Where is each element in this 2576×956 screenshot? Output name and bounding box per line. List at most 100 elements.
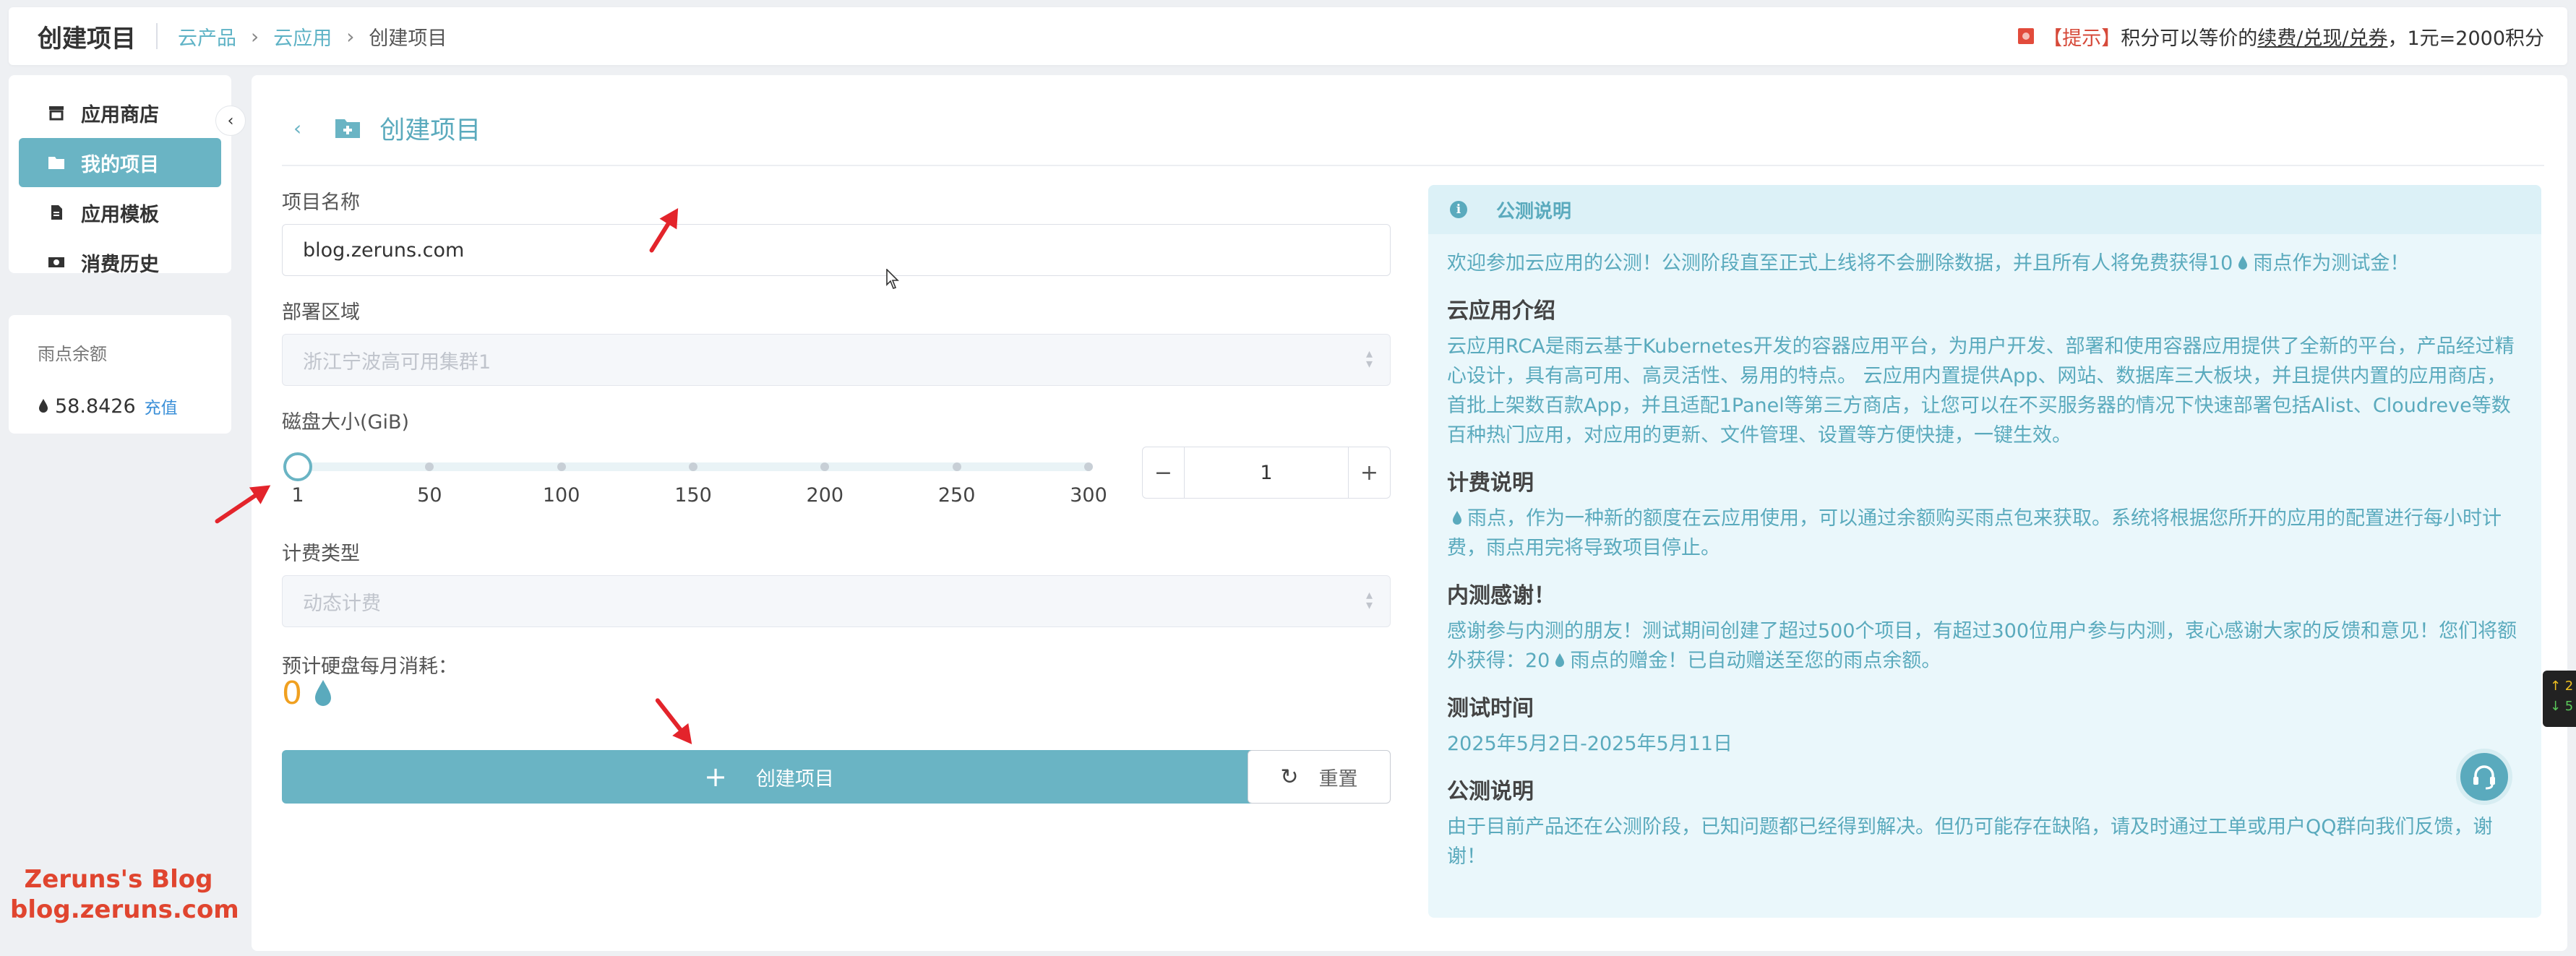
- plus-icon: +: [704, 761, 727, 793]
- beta-info-panel: i 公测说明 欢迎参加云应用的公测！公测阶段直至正式上线将不会删除数据，并且所有…: [1428, 185, 2541, 918]
- slider-tick-label: 200: [806, 484, 844, 507]
- sidebar-item-app-store[interactable]: 应用商店: [19, 88, 221, 137]
- sidebar-item-label: 我的项目: [81, 153, 159, 176]
- raindrop-icon: [315, 679, 331, 706]
- breadcrumb-current: 创建项目: [369, 27, 447, 50]
- section-text-beta: 由于目前产品还在公测阶段，已知问题都已经得到解决。但仍可能存在缺陷，请及时通过工…: [1447, 816, 2493, 868]
- sidebar-menu: 应用商店 我的项目 应用模板 消费历史: [9, 75, 231, 276]
- refresh-icon: ↻: [1280, 764, 1299, 790]
- section-heading-test-time: 测试时间: [1447, 696, 1534, 721]
- notice-rate: ，1元=2000积分: [2387, 27, 2544, 50]
- breadcrumb-cloud-products[interactable]: 云产品: [178, 22, 236, 51]
- top-header: 创建项目 云产品 › 云应用 › 创建项目 【提示】 积分可以等价的 续费/兑现…: [9, 7, 2567, 65]
- breadcrumb-cloud-app[interactable]: 云应用: [273, 22, 332, 51]
- info-body: 欢迎参加云应用的公测！公测阶段直至正式上线将不会删除数据，并且所有人将免费获得1…: [1428, 234, 2541, 871]
- slider-stop: [557, 462, 566, 471]
- raindrop-icon: [1453, 511, 1461, 525]
- template-icon: [51, 205, 62, 220]
- create-project-label: 创建项目: [755, 767, 834, 791]
- sidebar-item-app-templates[interactable]: 应用模板: [19, 188, 221, 237]
- raindrop-icon: [39, 399, 48, 413]
- sidebar-item-label: 应用商店: [81, 103, 159, 126]
- watermark-line-2: blog.zeruns.com: [10, 895, 239, 924]
- title-divider: [282, 165, 2544, 166]
- section-text-intro: 云应用RCA是雨云基于Kubernetes开发的容器应用平台，为用户开发、部署和…: [1447, 335, 2515, 447]
- slider-stop: [1084, 462, 1093, 471]
- app-title: 创建项目: [38, 24, 136, 53]
- money-icon: [48, 257, 64, 267]
- billing-type-label: 计费类型: [282, 543, 360, 565]
- region-select-value: 浙江宁波高可用集群1: [303, 350, 491, 374]
- info-title: 公测说明: [1496, 200, 1572, 223]
- disk-size-label: 磁盘大小(GiB): [282, 411, 410, 434]
- breadcrumb: 云产品 › 云应用 › 创建项目: [178, 22, 447, 51]
- balance-value: 58.8426: [55, 395, 136, 418]
- info-header: i 公测说明: [1428, 185, 2541, 234]
- section-heading-thanks: 内测感谢！: [1447, 583, 1555, 608]
- section-heading-intro: 云应用介绍: [1447, 298, 1555, 324]
- billing-type-value: 动态计费: [303, 592, 381, 615]
- annotation-arrow-icon: [214, 487, 266, 525]
- notice-link[interactable]: 续费/兑现/兑券: [2257, 22, 2387, 51]
- slider-tick-label: 300: [1070, 484, 1107, 507]
- section-text-thanks: 感谢参与内测的朋友！测试期间创建了超过500个项目，有超过300位用户参与内测，…: [1447, 616, 2523, 676]
- folder-plus-icon: [335, 119, 361, 138]
- slider-tick-label: 250: [937, 484, 976, 507]
- main-panel: ‹ 创建项目 项目名称 部署区域 浙江宁波高可用集群1 ▴▾ 磁盘大小(GiB)…: [214, 75, 2567, 951]
- breadcrumb-chevron-icon: ›: [251, 24, 259, 48]
- sidebar-collapse-button[interactable]: ‹: [215, 105, 246, 136]
- info-intro: 欢迎参加云应用的公测！公测阶段直至正式上线将不会删除数据，并且所有人将免费获得1…: [1447, 249, 2523, 278]
- section-text-thanks-end: 雨点的赠金！已自动赠送至您的雨点余额。: [1570, 650, 1941, 672]
- back-arrow-icon[interactable]: ‹: [293, 116, 301, 140]
- annotation-arrow-icon: [654, 697, 690, 741]
- blog-watermark: Zeruns's Blog blog.zeruns.com: [10, 864, 239, 925]
- upload-speed: ↑ 2: [2550, 679, 2574, 694]
- section-text-billing-body: 雨点，作为一种新的额度在云应用使用，可以通过余额购买雨点包来获取。系统将根据您所…: [1447, 507, 2502, 559]
- folder-icon: [48, 157, 64, 169]
- select-arrows-icon: ▴ ▾: [1365, 587, 1373, 613]
- info-intro-text-end: 雨点作为测试金！: [2253, 252, 2410, 275]
- breadcrumb-chevron-icon: ›: [346, 24, 355, 48]
- disk-size-stepper[interactable]: − 1 +: [1142, 447, 1391, 499]
- headset-icon: [2473, 765, 2495, 790]
- reset-label: 重置: [1318, 767, 1358, 791]
- recharge-link[interactable]: 充值: [145, 394, 178, 418]
- page-title-row: ‹ 创建项目: [293, 110, 481, 146]
- points-notice: 【提示】 积分可以等价的 续费/兑现/兑券 ，1元=2000积分: [2018, 22, 2544, 51]
- project-name-label: 项目名称: [282, 191, 360, 214]
- disk-size-value[interactable]: 1: [1185, 462, 1348, 484]
- network-speed-widget: ↑ 2 ↓ 5: [2543, 671, 2576, 727]
- slider-tick-label: 1: [291, 484, 304, 507]
- reset-button[interactable]: ↻ 重置: [1248, 750, 1391, 804]
- notice-flag-icon: [2018, 28, 2035, 44]
- select-arrows-icon: ▴ ▾: [1365, 346, 1373, 371]
- store-icon: [49, 106, 64, 121]
- increment-button[interactable]: +: [1348, 447, 1390, 498]
- notice-tag: 【提示】: [2043, 27, 2121, 50]
- chevron-left-icon: ‹: [227, 111, 234, 130]
- region-label: 部署区域: [282, 301, 360, 324]
- raindrop-icon: [1555, 653, 1565, 667]
- section-heading-beta: 公测说明: [1447, 779, 1534, 804]
- info-icon: i: [1450, 201, 1467, 218]
- header-divider: [156, 23, 158, 49]
- billing-type-select[interactable]: 动态计费 ▴ ▾: [282, 575, 1391, 627]
- raindrop-icon: [2238, 256, 2248, 270]
- notice-text: 积分可以等价的: [2121, 27, 2258, 50]
- create-project-button[interactable]: + 创建项目: [282, 750, 1256, 804]
- project-name-input[interactable]: [282, 224, 1391, 276]
- sidebar-item-my-projects[interactable]: 我的项目: [19, 138, 221, 187]
- info-intro-text: 欢迎参加云应用的公测！公测阶段直至正式上线将不会删除数据，并且所有人将免费获得1…: [1447, 252, 2233, 275]
- section-text-test-time: 2025年5月2日-2025年5月11日: [1447, 733, 1733, 755]
- customer-support-button[interactable]: [2456, 749, 2512, 805]
- download-speed: ↓ 5: [2550, 699, 2574, 714]
- decrement-button[interactable]: −: [1143, 447, 1185, 498]
- region-select[interactable]: 浙江宁波高可用集群1 ▴ ▾: [282, 334, 1391, 386]
- balance-row: 58.8426 充值: [38, 394, 202, 418]
- sidebar-item-billing-history[interactable]: 消费历史: [19, 238, 221, 287]
- disk-size-slider-thumb[interactable]: [283, 452, 312, 481]
- raindrop-balance-card: 雨点余额 58.8426 充值: [9, 315, 231, 434]
- slider-tick-label: 100: [542, 484, 580, 507]
- mouse-cursor-icon: [886, 269, 899, 289]
- monthly-cost-value: 0: [282, 675, 302, 712]
